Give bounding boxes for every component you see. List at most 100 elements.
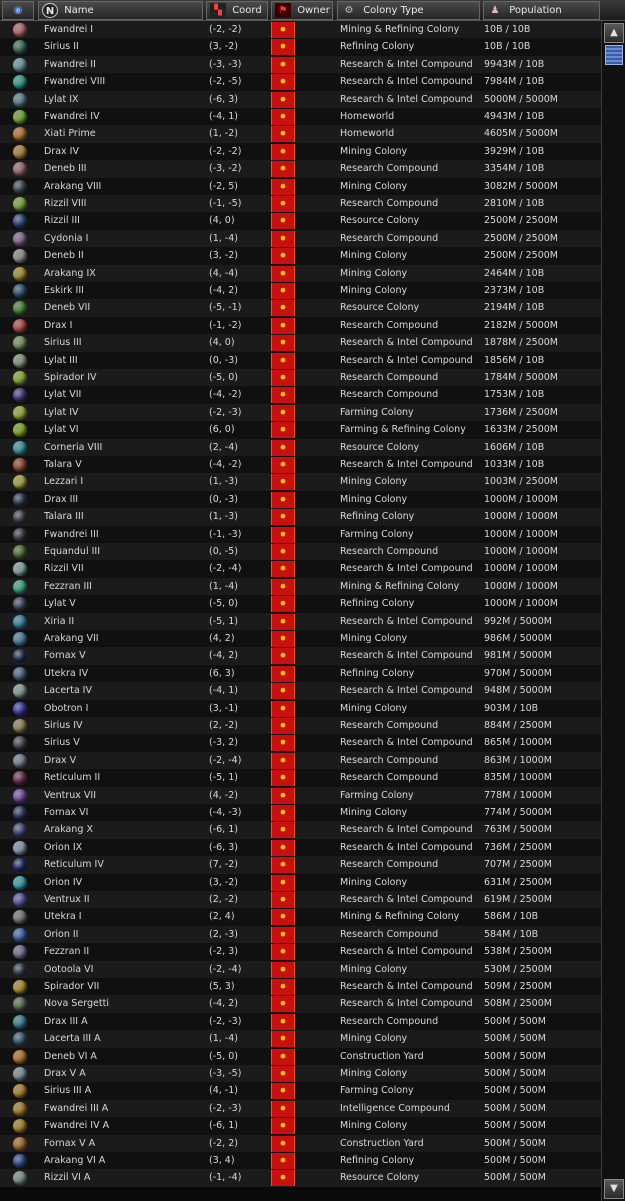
colony-row[interactable]: Deneb VII (-5, -1) ✸ Resource Colony 2194M /…	[0, 299, 601, 317]
planet-icon	[13, 23, 27, 37]
colony-row[interactable]: Eskirk III (-4, 2) ✸ Mining Colony 2373M / 1…	[0, 282, 601, 300]
colony-row[interactable]: Cydonia I (1, -4) ✸ Research Compound 2500M …	[0, 229, 601, 248]
colony-row[interactable]: Fwandrei IV A (-6, 1) ✸ Mining Colony 500M /…	[0, 1117, 601, 1135]
colony-row[interactable]: Corneria VIII (2, -4) ✸ Resource Colony 1606…	[0, 438, 601, 456]
colony-row[interactable]: Orion IX (-6, 3) ✸ Research & Intel Compoun…	[0, 838, 601, 857]
colony-row[interactable]: Nova Sergetti (-4, 2) ✸ Research & Intel Co…	[0, 995, 601, 1013]
scroll-thumb[interactable]	[605, 45, 623, 65]
colony-row[interactable]: Fornax V A (-2, 2) ✸ Construction Yard 500M …	[0, 1134, 601, 1152]
column-type-header[interactable]: ⚙ Colony Type	[337, 1, 480, 20]
colony-name: Ventrux VII	[44, 789, 97, 801]
colony-row[interactable]: Lylat VII (-4, -2) ✸ Research Compound 1753M…	[0, 386, 601, 404]
colony-row[interactable]: Lylat IX (-6, 3) ✸ Research & Intel Compoun…	[0, 90, 601, 108]
column-owner-header[interactable]: ⚑ Owner	[271, 1, 333, 20]
colony-row[interactable]: Lezzari I (1, -3) ✸ Mining Colony 1003M / 25…	[0, 473, 601, 491]
colony-row[interactable]: Fwandrei II (-3, -3) ✸ Research & Intel Com…	[0, 55, 601, 74]
colony-row[interactable]: Xiati Prime (1, -2) ✸ Homeworld 4605M / 5000…	[0, 125, 601, 143]
colony-population: 774M / 5000M	[484, 807, 552, 818]
scroll-up-button[interactable]: ▲	[604, 23, 624, 43]
colony-row[interactable]: Arakang VIII (-2, 5) ✸ Mining Colony 3082M /…	[0, 177, 601, 195]
planet-icon	[13, 806, 27, 820]
planet-icon	[13, 614, 27, 629]
vertical-scrollbar[interactable]: ▲ ▼	[601, 21, 625, 1201]
colony-row[interactable]: Rizzil VII (-2, -4) ✸ Research & Intel Comp…	[0, 560, 601, 578]
colony-row[interactable]: Fornax V (-4, 2) ✸ Research & Intel Compoun…	[0, 647, 601, 665]
colony-type: Research Compound	[340, 754, 439, 766]
colony-row[interactable]: Fwandrei VIII (-2, -5) ✸ Research & Intel C…	[0, 73, 601, 91]
colony-row[interactable]: Xiria II (-5, 1) ✸ Research & Intel Compoun…	[0, 612, 601, 630]
colony-list[interactable]: Fwandrei I (-2, -2) ✸ Mining & Refining Col…	[0, 21, 601, 1201]
colony-row[interactable]: Drax IV (-2, -2) ✸ Mining Colony 3929M / 10B	[0, 142, 601, 161]
column-name-header[interactable]: N Name	[38, 1, 203, 20]
owner-emblem-icon: ✸	[271, 1066, 295, 1082]
colony-row[interactable]: Rizzil VIII (-1, -5) ✸ Research Compound 281…	[0, 195, 601, 213]
colony-row[interactable]: Deneb II (3, -2) ✸ Mining Colony 2500M / 250…	[0, 247, 601, 265]
colony-row[interactable]: Sirius III A (4, -1) ✸ Farming Colony 500M /…	[0, 1082, 601, 1100]
colony-row[interactable]: Orion II (2, -3) ✸ Research Compound 584M / …	[0, 925, 601, 944]
colony-population: 835M / 1000M	[484, 772, 552, 784]
colony-row[interactable]: Fwandrei III A (-2, -3) ✸ Intelligence Comp…	[0, 1099, 601, 1118]
colony-row[interactable]: Sirius III (4, 0) ✸ Research & Intel Compou…	[0, 334, 601, 352]
colony-row[interactable]: Drax III A (-2, -3) ✸ Research Compound 500M…	[0, 1012, 601, 1031]
colony-name: Equandul III	[44, 546, 101, 557]
colony-row[interactable]: Fornax VI (-4, -3) ✸ Mining Colony 774M / 50…	[0, 804, 601, 822]
colony-row[interactable]: Rizzil VI A (-1, -4) ✸ Resource Colony 500M …	[0, 1169, 601, 1187]
colony-type: Farming Colony	[340, 528, 414, 540]
view-toggle-button[interactable]: ◉	[2, 1, 34, 20]
colony-row[interactable]: Talara V (-4, -2) ✸ Research & Intel Compou…	[0, 456, 601, 474]
colony-row[interactable]: Drax V A (-3, -5) ✸ Mining Colony 500M / 500…	[0, 1065, 601, 1083]
column-pop-header[interactable]: ♟ Population	[483, 1, 600, 20]
scroll-down-button[interactable]: ▼	[604, 1179, 624, 1199]
colony-row[interactable]: Arakang VII (4, 2) ✸ Mining Colony 986M / 50…	[0, 630, 601, 648]
colony-row[interactable]: Fezzran III (1, -4) ✸ Mining & Refining Col…	[0, 577, 601, 596]
colony-row[interactable]: Spirador IV (-5, 0) ✸ Research Compound 1784…	[0, 369, 601, 387]
colony-row[interactable]: Lylat V (-5, 0) ✸ Refining Colony 1000M / 10…	[0, 595, 601, 613]
colony-row[interactable]: Fwandrei I (-2, -2) ✸ Mining & Refining Col…	[0, 21, 601, 39]
colony-row[interactable]: Drax V (-2, -4) ✸ Research Compound 863M / 1…	[0, 751, 601, 770]
colony-row[interactable]: Ventrux VII (4, -2) ✸ Farming Colony 778M / …	[0, 786, 601, 804]
colony-type: Mining Colony	[340, 702, 408, 714]
colony-row[interactable]: Sirius IV (2, -2) ✸ Research Compound 884M /…	[0, 717, 601, 735]
colony-row[interactable]: Talara III (1, -3) ✸ Refining Colony 1000M /…	[0, 508, 601, 526]
colony-row[interactable]: Fwandrei III (-1, -3) ✸ Farming Colony 1000M…	[0, 525, 601, 543]
colony-coord: (-5, 0)	[209, 372, 238, 383]
colony-row[interactable]: Deneb VI A (-5, 0) ✸ Construction Yard 500M …	[0, 1047, 601, 1065]
colony-row[interactable]: Drax I (-1, -2) ✸ Research Compound 2182M / …	[0, 316, 601, 335]
owner-emblem-icon: ✸	[271, 909, 295, 926]
colony-row[interactable]: Utekra IV (6, 3) ✸ Refining Colony 970M / 50…	[0, 664, 601, 683]
colony-coord: (2, -3)	[209, 928, 238, 940]
colony-row[interactable]: Spirador VII (5, 3) ✸ Research & Intel Comp…	[0, 978, 601, 996]
colony-row[interactable]: Lylat VI (6, 0) ✸ Farming & Refining Colony…	[0, 421, 601, 439]
colony-row[interactable]: Arakang VI A (3, 4) ✸ Refining Colony 500M /…	[0, 1152, 601, 1170]
colony-row[interactable]: Reticulum IV (7, -2) ✸ Research Compound 707…	[0, 856, 601, 874]
planet-icon	[13, 162, 27, 177]
colony-row[interactable]: Rizzil III (4, 0) ✸ Resource Colony 2500M / …	[0, 212, 601, 230]
colony-row[interactable]: Sirius V (-3, 2) ✸ Research & Intel Compoun…	[0, 734, 601, 752]
colony-row[interactable]: Equandul III (0, -5) ✸ Research Compound 100…	[0, 543, 601, 561]
colony-coord: (3, -1)	[209, 702, 238, 714]
colony-row[interactable]: Orion IV (3, -2) ✸ Mining Colony 631M / 2500…	[0, 873, 601, 891]
colony-row[interactable]: Lacerta IV (-4, 1) ✸ Research & Intel Compo…	[0, 682, 601, 700]
colony-row[interactable]: Obotron I (3, -1) ✸ Mining Colony 903M / 10B	[0, 699, 601, 717]
owner-emblem-icon: ✸	[271, 979, 295, 995]
column-coord-header[interactable]: ▚ Coord	[206, 1, 268, 20]
owner-emblem-icon: ✸	[271, 143, 295, 160]
colony-coord: (-5, 1)	[209, 772, 238, 784]
colony-row[interactable]: Ootoola VI (-2, -4) ✸ Mining Colony 530M / 2…	[0, 960, 601, 978]
colony-row[interactable]: Deneb III (-3, -2) ✸ Research Compound 3354M…	[0, 160, 601, 178]
colony-row[interactable]: Drax III (0, -3) ✸ Mining Colony 1000M / 100…	[0, 490, 601, 509]
colony-row[interactable]: Fezzran II (-2, 3) ✸ Research & Intel Compo…	[0, 943, 601, 961]
colony-row[interactable]: Fwandrei IV (-4, 1) ✸ Homeworld 4943M / 10B	[0, 108, 601, 126]
colony-row[interactable]: Lylat IV (-2, -3) ✸ Farming Colony 1736M / 2…	[0, 403, 601, 422]
colony-row[interactable]: Sirius II (3, -2) ✸ Refining Colony 10B / 10…	[0, 38, 601, 56]
colony-row[interactable]: Lylat III (0, -3) ✸ Research & Intel Compou…	[0, 351, 601, 369]
colony-row[interactable]: Lacerta III A (1, -4) ✸ Mining Colony 500M /…	[0, 1030, 601, 1048]
colony-row[interactable]: Arakang IX (4, -4) ✸ Mining Colony 2464M / 1…	[0, 264, 601, 282]
colony-row[interactable]: Ventrux II (2, -2) ✸ Research & Intel Compo…	[0, 891, 601, 909]
colony-row[interactable]: Arakang X (-6, 1) ✸ Research & Intel Compou…	[0, 821, 601, 839]
colony-row[interactable]: Reticulum II (-5, 1) ✸ Research Compound 835…	[0, 769, 601, 787]
colony-coord: (-4, -2)	[209, 389, 242, 401]
colony-type: Research & Intel Compound	[340, 76, 473, 88]
colony-row[interactable]: Utekra I (2, 4) ✸ Mining & Refining Colony 5…	[0, 908, 601, 926]
planet-icon	[13, 388, 27, 403]
